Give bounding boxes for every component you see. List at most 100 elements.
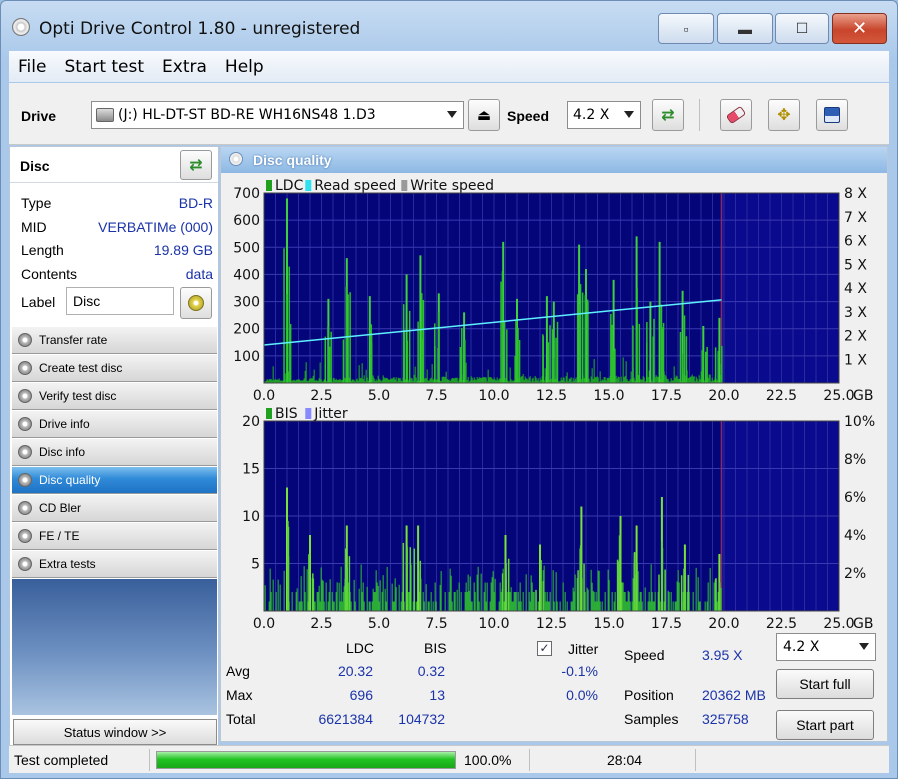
close-button[interactable]: ✕	[832, 13, 887, 44]
ldc-y2-tick-label: 2 X	[844, 329, 867, 345]
ldc-x-tick-label: 7.5	[425, 388, 447, 404]
row-max-label: Max	[226, 687, 253, 703]
disc-mid-value: VERBATIMe (000)	[98, 219, 213, 235]
ldc-x-tick-label: 22.5	[766, 388, 797, 404]
ldc-x-tick-label: 20.0	[708, 388, 739, 404]
menu-start-test[interactable]: Start test	[55, 57, 153, 77]
status-divider	[529, 749, 530, 771]
progress-bar	[156, 751, 456, 769]
disc-mid-row: MID VERBATIMe (000)	[21, 219, 213, 239]
nav-fe-te[interactable]: FE / TE	[12, 522, 217, 550]
nav-cd-bler[interactable]: CD Bler	[12, 494, 217, 522]
bis-x-tick-label: 15.0	[593, 616, 624, 628]
ldc-y-tick-label: 500	[233, 240, 260, 256]
save-button[interactable]	[816, 99, 848, 131]
drive-label: Drive	[21, 108, 57, 124]
charts-area: 100 200 300 400 500 600 700 1 X 2 X 3 X 4 X 5 X 6 X 7…	[221, 173, 887, 632]
bis-y-tick-label: 10	[242, 509, 260, 525]
drive-select[interactable]: (J:) HL-DT-ST BD-RE WH16NS48 1.D3	[91, 101, 464, 129]
bis-legend-swatch	[266, 408, 272, 419]
refresh-icon: ⇄	[189, 157, 203, 174]
eject-icon: ⏏	[476, 107, 492, 124]
function-nav: Transfer rate Create test disc Verify te…	[12, 326, 217, 578]
start-part-button[interactable]: Start part	[776, 710, 874, 740]
status-divider	[149, 749, 150, 771]
disc-type-value: BD-R	[178, 195, 213, 211]
maximize-button[interactable]: ☐	[775, 13, 829, 44]
bis-x-tick-label: 10.0	[478, 616, 509, 628]
total-bis-value: 104732	[398, 711, 445, 727]
apply-label-button[interactable]	[180, 287, 212, 319]
ldc-y-tick-label: 200	[233, 322, 260, 338]
nav-label: Extra tests	[39, 557, 96, 571]
ldc-legend-label: LDC	[275, 178, 304, 194]
menu-extra[interactable]: Extra	[153, 57, 216, 77]
bis-x-tick-label: 20.0	[708, 616, 739, 628]
nav-label: CD Bler	[39, 501, 82, 515]
eject-button[interactable]: ⏏	[468, 99, 500, 131]
nav-label: Create test disc	[39, 361, 123, 375]
ldc-legend-label: Read speed	[314, 178, 396, 194]
nav-disc-info[interactable]: Disc info	[12, 438, 217, 466]
ldc-y-tick-label: 100	[233, 349, 260, 365]
disc-icon	[18, 529, 32, 543]
window-title: Opti Drive Control 1.80 - unregistered	[39, 19, 361, 39]
bis-x-tick-label: 25.0	[823, 616, 854, 628]
settings-button[interactable]: ✥	[768, 99, 800, 131]
jitter-label: Jitter	[568, 641, 599, 657]
bis-x-tick-label: 2.5	[310, 616, 332, 628]
disc-type-row: Type BD-R	[21, 195, 213, 215]
disc-icon	[188, 295, 204, 311]
row-avg-label: Avg	[226, 663, 250, 679]
disc-info-panel: Disc ⇄ Type BD-R MID VERBATIMe (000) Len…	[9, 146, 219, 746]
speed-label: Speed	[507, 108, 550, 124]
bis-y-tick-label: 5	[251, 557, 260, 573]
status-window-button[interactable]: Status window >>	[13, 719, 217, 745]
nav-drive-info[interactable]: Drive info	[12, 410, 217, 438]
ldc-y2-tick-label: 1 X	[844, 352, 867, 368]
nav-background	[12, 579, 217, 715]
disc-contents-value: data	[185, 266, 213, 282]
nav-label: Transfer rate	[39, 333, 108, 347]
bis-x-tick-label: 5.0	[368, 616, 390, 628]
title-bar[interactable]: Opti Drive Control 1.80 - unregistered ▫…	[1, 1, 897, 49]
chevron-down-icon	[624, 111, 634, 118]
disc-icon	[18, 361, 32, 375]
help-window-button[interactable]: ▫	[658, 13, 714, 44]
chevron-down-icon	[447, 111, 457, 118]
minimize-button[interactable]: ▬	[717, 13, 773, 44]
nav-disc-quality[interactable]: Disc quality	[12, 466, 217, 494]
nav-extra-tests[interactable]: Extra tests	[12, 550, 217, 578]
bis-x-tick-label: 7.5	[425, 616, 447, 628]
bis-y2-tick-label: 8%	[844, 452, 866, 468]
test-speed-select[interactable]: 4.2 X	[776, 633, 876, 661]
progress-percent: 100.0%	[464, 752, 512, 768]
disc-label-input[interactable]: Disc	[66, 287, 174, 315]
refresh-disc-button[interactable]: ⇄	[180, 150, 212, 180]
menu-file[interactable]: File	[9, 57, 55, 77]
tools-icon: ✥	[777, 107, 791, 124]
ldc-legend-swatch	[305, 180, 312, 191]
refresh-speed-button[interactable]: ⇄	[652, 99, 684, 131]
speed-select[interactable]: 4.2 X	[567, 101, 641, 129]
jitter-checkbox[interactable]: ✓	[537, 641, 552, 656]
erase-button[interactable]	[720, 99, 752, 131]
start-full-button[interactable]: Start full	[776, 669, 874, 699]
status-bar: Test completed 100.0% 28:04	[9, 745, 889, 773]
nav-verify-test-disc[interactable]: Verify test disc	[12, 382, 217, 410]
bis-y2-tick-label: 4%	[844, 528, 866, 544]
ldc-x-tick-label: 5.0	[368, 388, 390, 404]
toolbar-separator	[699, 99, 700, 131]
col-ldc-header: LDC	[346, 640, 375, 656]
nav-transfer-rate[interactable]: Transfer rate	[12, 326, 217, 354]
progress-fill	[157, 752, 455, 768]
ldc-y2-tick-label: 4 X	[844, 281, 867, 297]
speed-stat-value: 3.95 X	[702, 647, 743, 663]
col-bis-header: BIS	[424, 640, 447, 656]
ldc-x-tick-label: 0.0	[253, 388, 275, 404]
menu-help[interactable]: Help	[216, 57, 273, 77]
ldc-y2-tick-label: 7 X	[844, 210, 867, 226]
avg-jitter-value: -0.1%	[561, 663, 598, 679]
nav-create-test-disc[interactable]: Create test disc	[12, 354, 217, 382]
bis-x-tick-label: 12.5	[536, 616, 567, 628]
